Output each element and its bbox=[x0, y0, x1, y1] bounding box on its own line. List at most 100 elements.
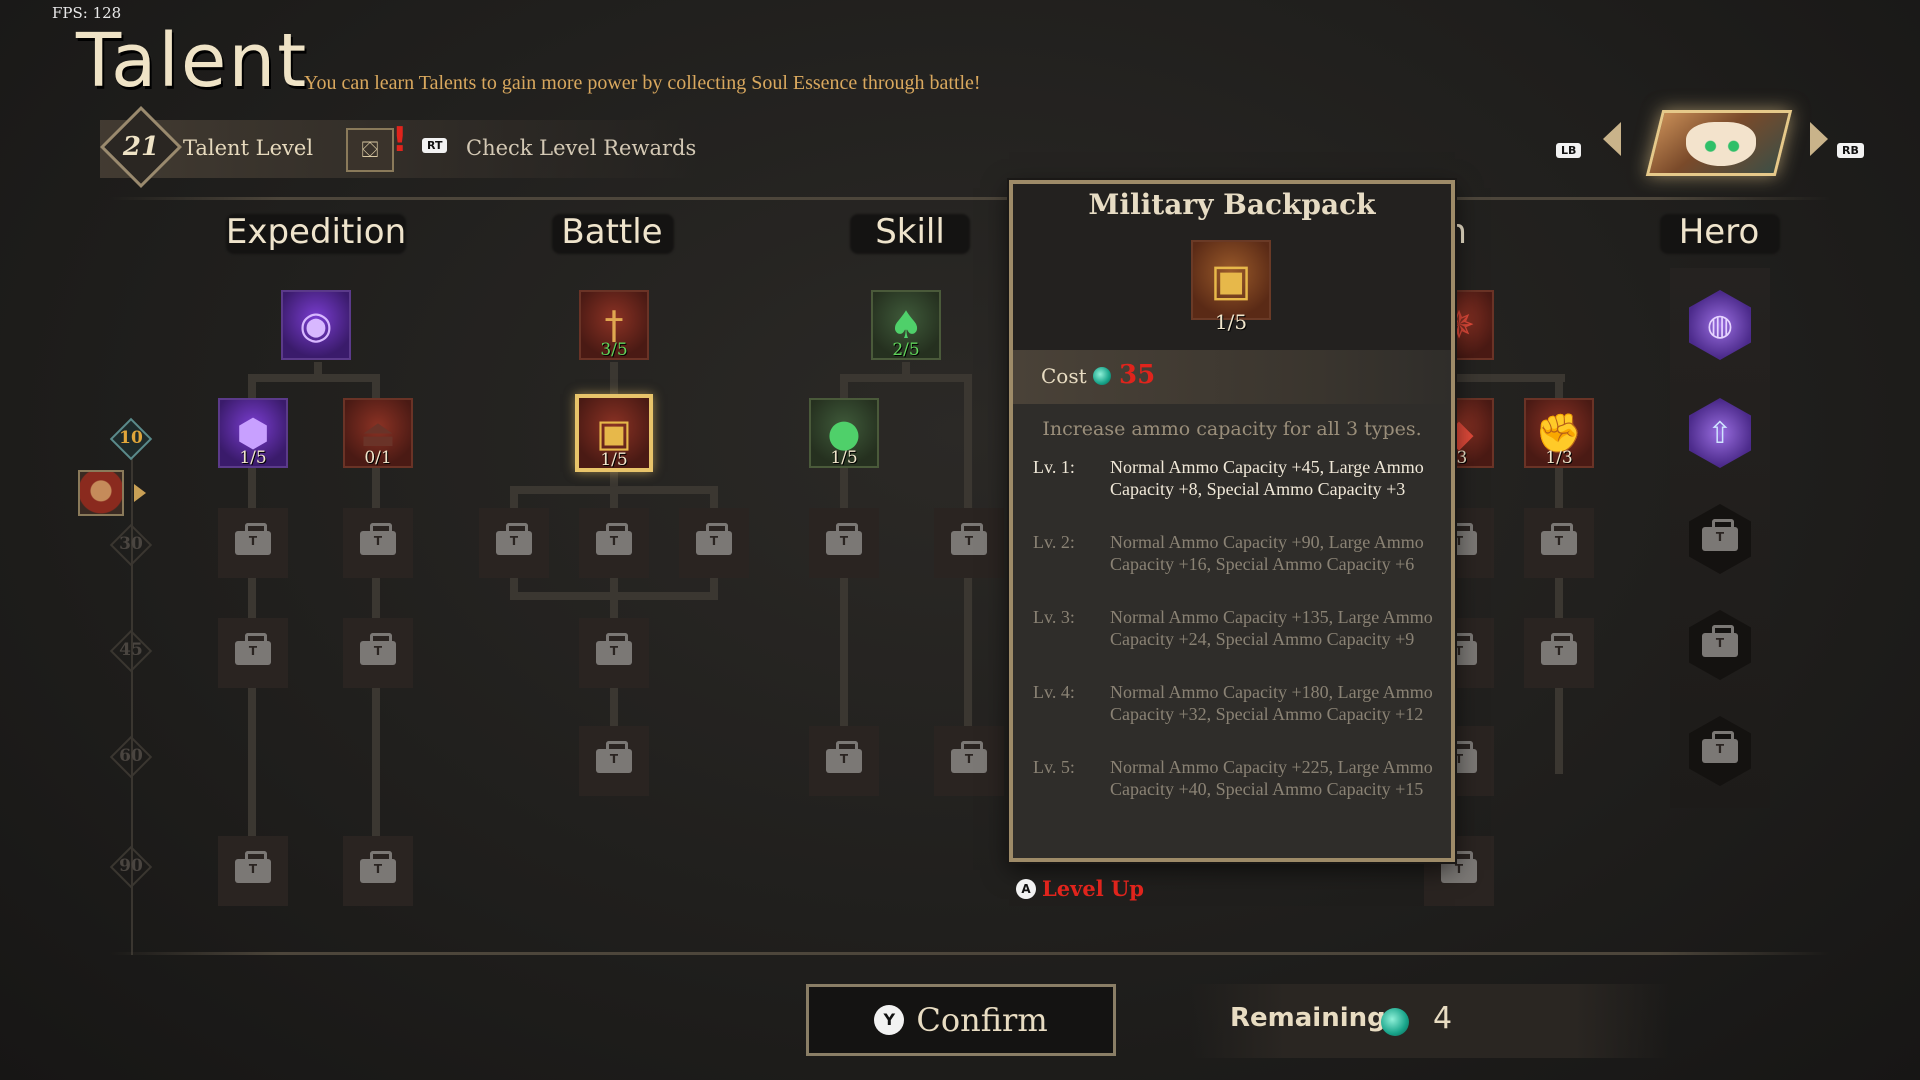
node-level-label: 3/5 bbox=[600, 340, 628, 360]
locked-talent-node[interactable] bbox=[809, 508, 879, 578]
locked-talent-node[interactable] bbox=[809, 726, 879, 796]
remaining-value: 4 bbox=[1433, 1001, 1453, 1036]
level-effect-row: Lv. 3: Normal Ammo Capacity +135, Large … bbox=[1033, 606, 1445, 650]
lock-icon bbox=[826, 523, 862, 555]
level-effect-text: Normal Ammo Capacity +90, Large Ammo Cap… bbox=[1110, 532, 1424, 574]
level-up-label: Level Up bbox=[1042, 876, 1144, 901]
locked-talent-node[interactable] bbox=[218, 508, 288, 578]
tooltip-description: Increase ammo capacity for all 3 types. bbox=[1042, 418, 1422, 440]
level-effect-text: Normal Ammo Capacity +135, Large Ammo Ca… bbox=[1110, 607, 1433, 649]
node-level-label: 1/5 bbox=[600, 450, 628, 470]
node-level-label: 1/3 bbox=[1545, 448, 1573, 468]
lock-icon bbox=[951, 523, 987, 555]
tree-connector bbox=[510, 592, 718, 600]
level-marker-45: 45 bbox=[119, 640, 143, 660]
locked-talent-node[interactable] bbox=[218, 618, 288, 688]
tree-connector bbox=[510, 486, 718, 494]
locked-talent-node[interactable] bbox=[343, 508, 413, 578]
locked-talent-node[interactable] bbox=[343, 618, 413, 688]
confirm-button[interactable]: Y Confirm bbox=[806, 984, 1116, 1056]
locked-talent-node[interactable] bbox=[934, 508, 1004, 578]
tooltip-title: Military Backpack bbox=[1088, 188, 1376, 221]
level-effect-label: Lv. 5: bbox=[1033, 757, 1075, 777]
backpack-icon: ▣ bbox=[1191, 240, 1271, 320]
node-level-label: 1/5 bbox=[830, 448, 858, 468]
talent-node-expedition-right[interactable]: ⏏ 0/1 bbox=[343, 398, 413, 468]
a-button-icon: A bbox=[1016, 878, 1036, 899]
column-header-battle: Battle bbox=[561, 212, 663, 252]
check-level-rewards-link[interactable]: Check Level Rewards bbox=[466, 136, 696, 160]
cost-label: Cost bbox=[1041, 364, 1087, 388]
level-effect-row: Lv. 2: Normal Ammo Capacity +90, Large A… bbox=[1033, 531, 1445, 575]
column-header-expedition: Expedition bbox=[225, 212, 407, 252]
current-level-pointer-icon bbox=[134, 484, 146, 502]
lock-icon bbox=[1702, 519, 1738, 551]
player-avatar bbox=[78, 470, 124, 516]
locked-talent-node[interactable] bbox=[934, 726, 1004, 796]
confirm-label: Confirm bbox=[916, 1001, 1048, 1039]
y-button-icon: Y bbox=[874, 1005, 905, 1035]
talent-level-value: 21 bbox=[122, 132, 160, 162]
arrow-up-icon: ⇧ bbox=[1707, 415, 1733, 451]
level-effect-text: Normal Ammo Capacity +225, Large Ammo Ca… bbox=[1110, 757, 1433, 799]
level-effect-text: Normal Ammo Capacity +45, Large Ammo Cap… bbox=[1110, 457, 1424, 499]
tree-connector bbox=[248, 374, 378, 382]
locked-talent-node[interactable] bbox=[579, 508, 649, 578]
level-effect-row: Lv. 1: Normal Ammo Capacity +45, Large A… bbox=[1033, 456, 1445, 500]
lock-icon bbox=[360, 851, 396, 883]
lock-icon bbox=[1541, 633, 1577, 665]
locked-talent-node[interactable] bbox=[679, 508, 749, 578]
talent-node-battle-top[interactable]: † 3/5 bbox=[579, 290, 649, 360]
tree-connector bbox=[1455, 374, 1565, 382]
level-marker-30: 30 bbox=[119, 534, 143, 554]
lock-icon bbox=[951, 741, 987, 773]
alarm-icon: ◍ bbox=[1706, 307, 1734, 343]
lock-icon bbox=[1541, 523, 1577, 555]
level-effect-label: Lv. 2: bbox=[1033, 532, 1075, 552]
lock-icon bbox=[596, 741, 632, 773]
level-rewards-chest-icon[interactable]: ⛋ bbox=[346, 128, 394, 172]
cost-value: 35 bbox=[1119, 360, 1156, 390]
locked-talent-node[interactable] bbox=[579, 618, 649, 688]
lock-icon bbox=[235, 633, 271, 665]
next-hero-arrow-icon[interactable] bbox=[1810, 122, 1828, 156]
lock-icon bbox=[235, 523, 271, 555]
locked-talent-node[interactable] bbox=[218, 836, 288, 906]
vortex-icon: ◉ bbox=[299, 303, 333, 347]
lock-icon bbox=[1441, 851, 1477, 883]
level-effect-label: Lv. 3: bbox=[1033, 607, 1075, 627]
lb-button-icon: LB bbox=[1556, 143, 1582, 158]
column-header-hero: Hero bbox=[1678, 212, 1760, 252]
talent-node-skill-top[interactable]: ♠ 2/5 bbox=[871, 290, 941, 360]
previous-hero-arrow-icon[interactable] bbox=[1603, 122, 1621, 156]
backpack-icon: ▣ bbox=[596, 411, 632, 455]
talent-node-expedition-top[interactable]: ◉ bbox=[281, 290, 351, 360]
locked-talent-node[interactable] bbox=[343, 836, 413, 906]
lock-icon bbox=[696, 523, 732, 555]
lock-icon bbox=[1702, 625, 1738, 657]
talent-node-weapon-right[interactable]: ✊ 1/3 bbox=[1524, 398, 1594, 468]
locked-talent-node[interactable] bbox=[479, 508, 549, 578]
talent-node-expedition-left[interactable]: ⬢ 1/5 bbox=[218, 398, 288, 468]
backpack-glyph: ▣ bbox=[1210, 254, 1252, 306]
node-level-label: 1/5 bbox=[239, 448, 267, 468]
soul-essence-icon bbox=[1093, 367, 1111, 385]
locked-talent-node[interactable] bbox=[1524, 508, 1594, 578]
soul-essence-icon bbox=[1381, 1008, 1409, 1036]
rewards-alert-icon: ! bbox=[392, 120, 408, 160]
lock-icon bbox=[360, 523, 396, 555]
locked-talent-node[interactable] bbox=[579, 726, 649, 796]
rt-button-icon: RT bbox=[422, 138, 448, 153]
node-level-label: 0/1 bbox=[364, 448, 392, 468]
talent-node-military-backpack[interactable]: ▣ 1/5 bbox=[575, 394, 653, 472]
rb-button-icon: RB bbox=[1837, 143, 1864, 158]
level-effect-row: Lv. 5: Normal Ammo Capacity +225, Large … bbox=[1033, 756, 1445, 800]
tree-connector bbox=[840, 374, 970, 382]
locked-talent-node[interactable] bbox=[1524, 618, 1594, 688]
talent-node-skill-left[interactable]: ● 1/5 bbox=[809, 398, 879, 468]
node-level-label: 2/5 bbox=[892, 340, 920, 360]
lock-icon bbox=[360, 633, 396, 665]
level-up-action[interactable]: A Level Up bbox=[1016, 876, 1144, 901]
level-effect-text: Normal Ammo Capacity +180, Large Ammo Ca… bbox=[1110, 682, 1433, 724]
divider-top bbox=[110, 197, 1830, 200]
